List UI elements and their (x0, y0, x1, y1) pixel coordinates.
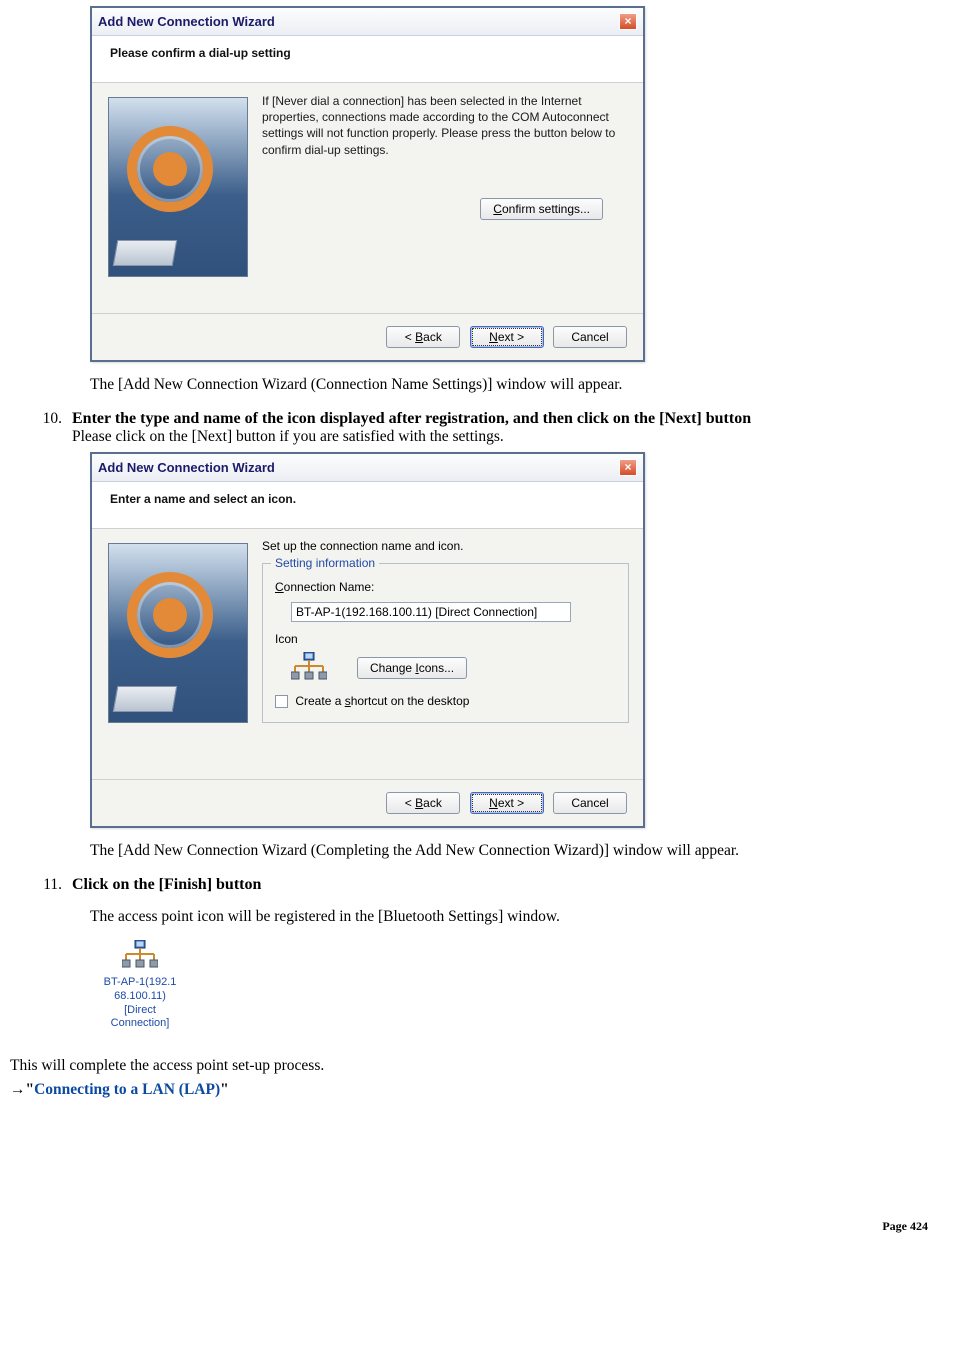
ap-label-4: Connection] (90, 1017, 190, 1031)
shortcut-label: Create a shortcut on the desktop (295, 694, 469, 708)
change-icons-button[interactable]: Change Icons... (357, 657, 467, 679)
cancel-button[interactable]: Cancel (553, 326, 627, 348)
connection-name-input[interactable] (291, 602, 571, 622)
completion-text: This will complete the access point set-… (10, 1057, 946, 1075)
quote-open: " (26, 1081, 35, 1098)
step-11-bold: Click on the [Finish] button (72, 876, 946, 894)
ap-label-2: 68.100.11) (90, 990, 190, 1004)
access-point-icon[interactable]: BT-AP-1(192.1 68.100.11) [Direct Connect… (90, 940, 190, 1031)
step-11: 11. Click on the [Finish] button (32, 876, 946, 894)
paragraph-3: The access point icon will be registered… (90, 908, 946, 926)
step-10-line2: Please click on the [Next] button if you… (72, 428, 946, 446)
close-icon[interactable]: × (619, 13, 637, 30)
next-button[interactable]: Next > (470, 326, 544, 348)
shortcut-row[interactable]: Create a shortcut on the desktop (275, 694, 616, 708)
link-line: →"Connecting to a LAN (LAP)" (10, 1081, 946, 1099)
wizard-graphic (108, 97, 248, 277)
ap-label-1: BT-AP-1(192.1 (90, 976, 190, 990)
wizard-subtitle: Enter a name and select an icon. (92, 482, 643, 529)
cancel-button[interactable]: Cancel (553, 792, 627, 814)
window-title: Add New Connection Wizard (98, 460, 275, 475)
ap-label-3: [Direct (90, 1004, 190, 1018)
paragraph-2: The [Add New Connection Wizard (Completi… (90, 842, 946, 860)
network-icon (291, 652, 327, 684)
wizard-footer: < Back Next > Cancel (92, 313, 643, 360)
lan-lap-link[interactable]: Connecting to a LAN (LAP) (34, 1081, 220, 1098)
shortcut-checkbox[interactable] (275, 695, 288, 708)
quote-close: " (220, 1081, 229, 1098)
legend: Setting information (271, 556, 379, 570)
next-button[interactable]: Next > (470, 792, 544, 814)
titlebar: Add New Connection Wizard × (92, 8, 643, 36)
page-number: Page 424 (8, 1219, 946, 1234)
wizard-dialup: Add New Connection Wizard × Please confi… (90, 6, 645, 362)
icon-label: Icon (275, 632, 616, 646)
wizard-graphic (108, 543, 248, 723)
wizard-footer: < Back Next > Cancel (92, 779, 643, 826)
step-10-bold: Enter the type and name of the icon disp… (72, 410, 946, 428)
wizard-body-text: If [Never dial a connection] has been se… (262, 93, 629, 158)
step-number: 10. (32, 410, 62, 428)
wizard-name-icon: Add New Connection Wizard × Enter a name… (90, 452, 645, 828)
setting-info-group: Setting information Connection Name: Ico… (262, 563, 629, 723)
step-10: 10. Enter the type and name of the icon … (32, 410, 946, 446)
titlebar: Add New Connection Wizard × (92, 454, 643, 482)
connection-name-label: Connection Name: (275, 580, 374, 594)
close-icon[interactable]: × (619, 459, 637, 476)
confirm-settings-button[interactable]: Confirm settings... (480, 198, 603, 220)
paragraph-1: The [Add New Connection Wizard (Connecti… (90, 376, 946, 394)
back-button[interactable]: < Back (386, 326, 460, 348)
wizard-subtitle: Please confirm a dial-up setting (92, 36, 643, 83)
wizard2-top-text: Set up the connection name and icon. (262, 539, 629, 553)
step-number: 11. (32, 876, 62, 894)
window-title: Add New Connection Wizard (98, 14, 275, 29)
arrow-icon: → (10, 1081, 26, 1098)
back-button[interactable]: < Back (386, 792, 460, 814)
